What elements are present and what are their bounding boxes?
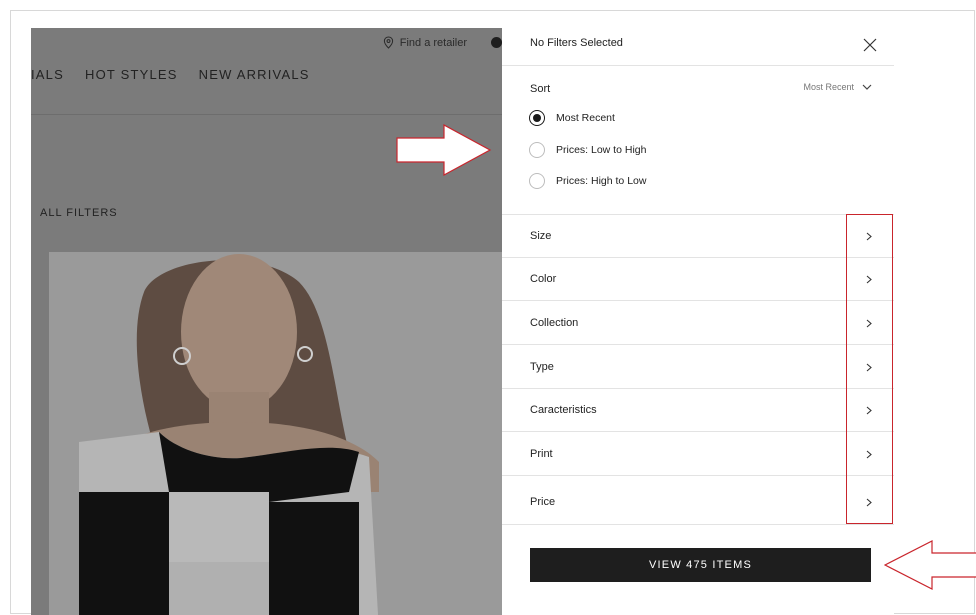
sort-current-value: Most Recent	[803, 82, 854, 92]
chevron-down-icon	[862, 84, 872, 90]
location-pin-icon	[383, 36, 393, 49]
filter-label: Caracteristics	[530, 404, 597, 416]
nav-item-hot-styles[interactable]: HOT STYLES	[85, 67, 178, 82]
sort-option-most-recent[interactable]: Most Recent	[529, 110, 615, 126]
filter-label: Collection	[530, 317, 579, 329]
filter-label: Print	[530, 448, 553, 460]
filter-row-collection[interactable]: Collection	[502, 302, 894, 345]
chevron-right-icon	[866, 406, 872, 415]
nav-item-new-arrivals[interactable]: NEW ARRIVALS	[199, 67, 310, 82]
utility-bar: Find a retailer	[383, 36, 502, 49]
filter-label: Type	[530, 361, 554, 373]
chevron-right-icon	[866, 363, 872, 372]
main-nav: IALS HOT STYLES NEW ARRIVALS	[31, 67, 331, 82]
filter-label: Size	[530, 230, 552, 242]
panel-title: No Filters Selected	[530, 37, 623, 49]
close-icon[interactable]	[862, 37, 878, 53]
chevron-right-icon	[866, 319, 872, 328]
sort-label: Sort	[530, 83, 551, 95]
filter-row-print[interactable]: Print	[502, 433, 894, 476]
find-retailer-link[interactable]: Find a retailer	[400, 37, 467, 49]
sort-option-label: Prices: High to Low	[556, 175, 647, 187]
chevron-right-icon	[866, 498, 872, 507]
radio-low-to-high[interactable]	[529, 142, 545, 158]
sort-option-label: Most Recent	[556, 112, 615, 124]
product-photo[interactable]	[49, 252, 502, 615]
sort-option-low-to-high[interactable]: Prices: Low to High	[529, 142, 646, 158]
background-page: Find a retailer IALS HOT STYLES NEW ARRI…	[31, 28, 502, 615]
account-icon[interactable]	[491, 37, 502, 48]
filter-row-size[interactable]: Size	[502, 215, 894, 258]
chevron-right-icon	[866, 450, 872, 459]
model-illustration	[49, 252, 502, 615]
panel-header: No Filters Selected	[502, 28, 894, 66]
all-filters-link[interactable]: ALL FILTERS	[40, 207, 118, 219]
filter-row-color[interactable]: Color	[502, 258, 894, 301]
radio-most-recent[interactable]	[529, 110, 545, 126]
filter-row-type[interactable]: Type	[502, 346, 894, 389]
filter-row-price[interactable]: Price	[502, 477, 894, 525]
sort-option-high-to-low[interactable]: Prices: High to Low	[529, 173, 646, 189]
filter-panel: No Filters Selected Sort Most Recent Mos…	[502, 28, 894, 615]
sort-option-label: Prices: Low to High	[556, 144, 647, 156]
view-items-button[interactable]: VIEW 475 ITEMS	[530, 548, 871, 582]
chevron-right-icon	[866, 232, 872, 241]
radio-high-to-low[interactable]	[529, 173, 545, 189]
chevron-right-icon	[866, 275, 872, 284]
nav-item-specials[interactable]: IALS	[31, 67, 64, 82]
filter-label: Price	[530, 496, 556, 508]
sort-dropdown[interactable]: Most Recent	[803, 82, 872, 92]
filter-row-caracteristics[interactable]: Caracteristics	[502, 389, 894, 432]
filter-label: Color	[530, 273, 557, 285]
nav-divider	[31, 114, 502, 115]
